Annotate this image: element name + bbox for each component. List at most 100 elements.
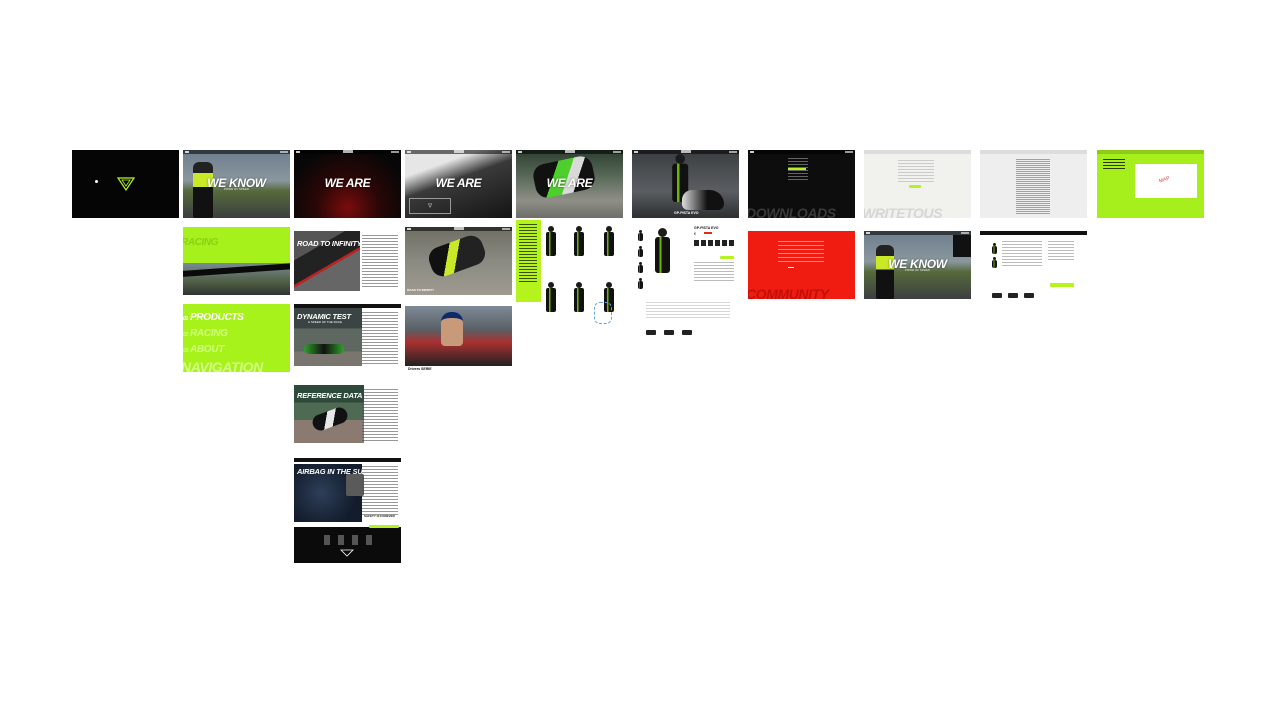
driver-portrait <box>441 312 463 346</box>
section-title: AIRBAG IN THE SUIT <box>297 467 369 476</box>
order-summary <box>1048 241 1074 261</box>
article-text <box>362 312 398 366</box>
footer-links <box>324 535 374 545</box>
frame-intro-logo[interactable] <box>72 150 179 218</box>
page-bigword: DOWNLOADS <box>748 205 836 218</box>
bike-group <box>304 344 344 354</box>
newsletter-button[interactable] <box>369 525 399 528</box>
map-box[interactable]: MAP <box>1135 164 1197 198</box>
frame-dynamic-test[interactable]: DYNAMIC TEST & SPEED OF THE RACE <box>294 304 401 372</box>
partner-logos <box>646 330 692 335</box>
checkout-button[interactable] <box>1050 283 1074 287</box>
page-bigword: NAVIGATION <box>183 359 263 372</box>
menu-item-racing[interactable]: 02 RACING <box>183 328 228 339</box>
frame-we-know-1[interactable]: WE KNOW PRIDE OF SPEED <box>183 150 290 218</box>
frame-rider-pose[interactable]: GP-PISTA EVO <box>632 150 739 218</box>
top-nav <box>405 150 512 154</box>
frame-caption: Drivers SERIE <box>408 367 432 371</box>
filter-list <box>519 224 537 284</box>
frame-downloads[interactable]: DOWNLOADS <box>748 150 855 218</box>
top-nav <box>748 150 855 154</box>
product-suit[interactable] <box>572 282 586 312</box>
frame-reference-data[interactable]: REFERENCE DATA <box>294 381 401 449</box>
frame-product-detail[interactable]: GP-PISTA EVO € <box>632 222 739 342</box>
frame-green-transition[interactable]: RACING <box>183 227 290 295</box>
frame-map[interactable]: MAP <box>1097 150 1204 218</box>
section-title: ROAD TO INFINITY <box>297 239 362 248</box>
frame-drivers[interactable]: Drivers SERIE <box>405 304 512 372</box>
frame-navigation-menu[interactable]: 01 PRODUCTS 02 RACING 03 ABOUT NAVIGATION <box>183 304 290 372</box>
frame-community[interactable]: COMMUNITY <box>748 231 855 299</box>
main-product-suit <box>652 228 673 273</box>
top-nav <box>294 150 401 154</box>
thumb-suit[interactable] <box>638 262 643 273</box>
section-subtitle: & SPEED OF THE RACE <box>308 320 342 324</box>
frame-legal[interactable] <box>980 150 1087 218</box>
side-menu <box>953 235 971 257</box>
download-active <box>788 168 806 170</box>
top-nav <box>1097 150 1204 154</box>
hero-subline: PRIDE OF SPEED <box>904 267 931 272</box>
sale-badge <box>704 232 712 234</box>
product-price: € <box>694 232 696 236</box>
frame-track-lean[interactable]: ROAD TO INFINITY <box>405 227 512 295</box>
team-logo-wall: ▽ <box>409 198 451 214</box>
page-bigword: COMMUNITY <box>748 286 829 299</box>
legal-text <box>1016 159 1050 215</box>
menu-item-about[interactable]: 03 ABOUT <box>183 344 224 355</box>
contact-form <box>898 160 934 182</box>
section-caption: SAFETY IS FOREVER <box>364 514 395 518</box>
menu-item-products[interactable]: 01 PRODUCTS <box>183 312 244 323</box>
frame-caption: GP-PISTA EVO <box>674 211 699 215</box>
frame-road-to-infinity[interactable]: ROAD TO INFINITY <box>294 227 401 295</box>
cart-item-suit <box>992 243 997 254</box>
frame-write-to-us[interactable]: WRITETOUS <box>864 150 971 218</box>
spec-table <box>646 302 730 320</box>
hero-headline: WE ARE <box>435 175 482 190</box>
top-nav <box>864 150 971 154</box>
hero-subline: PRIDE OF SPEED <box>223 186 250 191</box>
product-suit[interactable] <box>572 226 586 256</box>
page-bigword: RACING <box>183 237 219 248</box>
frame-we-are-garage[interactable]: ▽ WE ARE <box>405 150 512 218</box>
partner-logos <box>992 293 1034 298</box>
community-cursor <box>788 267 794 268</box>
thumb-suit[interactable] <box>638 278 643 289</box>
frame-we-know-2[interactable]: WE KNOW PRIDE OF SPEED <box>864 231 971 299</box>
cart-lines <box>1002 241 1042 267</box>
article-text <box>362 235 398 289</box>
frame-we-are-track[interactable]: WE ARE <box>516 150 623 218</box>
download-list <box>788 158 808 182</box>
filter-sidebar <box>516 220 541 302</box>
product-suit[interactable] <box>544 282 558 312</box>
loader-dot <box>95 180 98 183</box>
frame-product-list[interactable] <box>516 220 623 342</box>
bike-lean <box>425 232 489 280</box>
frame-cart[interactable] <box>980 231 1087 299</box>
article-text <box>362 466 398 515</box>
hero-headline: WE ARE <box>324 175 371 190</box>
contacts-text <box>1103 159 1125 171</box>
product-suit[interactable] <box>544 226 558 256</box>
product-suit[interactable] <box>602 226 616 256</box>
frame-caption: ROAD TO INFINITY <box>407 288 435 292</box>
bike-side <box>682 190 724 210</box>
send-button[interactable] <box>909 185 921 188</box>
frame-airbag[interactable]: AIRBAG IN THE SUIT SAFETY IS FOREVER <box>294 458 401 563</box>
frame-we-are-red[interactable]: WE ARE <box>294 150 401 218</box>
community-form <box>778 241 824 265</box>
size-swatches[interactable] <box>694 240 734 246</box>
sketch-annotation <box>594 302 612 324</box>
top-nav <box>183 150 290 154</box>
product-name: GP-PISTA EVO <box>694 226 719 230</box>
top-nav <box>294 458 401 462</box>
thumb-suit[interactable] <box>638 230 643 241</box>
thumb-suit[interactable] <box>638 246 643 257</box>
rider-wheelie <box>876 245 894 299</box>
footer-logo-icon <box>340 549 354 557</box>
article-text <box>362 389 398 443</box>
top-nav <box>980 150 1087 154</box>
page-bigword: WRITETOUS <box>864 205 943 218</box>
add-to-cart-button[interactable] <box>720 256 734 259</box>
top-nav <box>405 227 512 231</box>
